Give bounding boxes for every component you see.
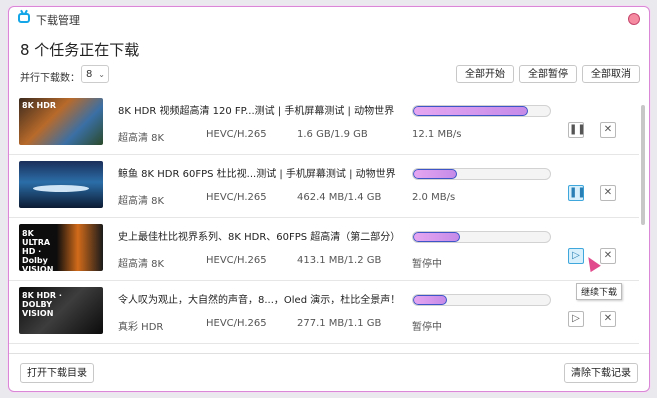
download-row: 鲸鱼 8K HDR 60FPS 杜比视...测试 | 手机屏幕测试 | 动物世界… bbox=[9, 154, 639, 218]
progress-fill bbox=[413, 232, 460, 242]
pause-icon[interactable]: ❚❚ bbox=[568, 185, 586, 201]
page-title: 8 个任务正在下载 bbox=[20, 41, 140, 59]
task-quality: 超高清 8K bbox=[118, 196, 165, 207]
cancel-task-icon[interactable]: ✕ bbox=[600, 122, 616, 138]
task-codec: HEVC/H.265 bbox=[206, 129, 267, 140]
task-speed: 2.0 MB/s bbox=[412, 192, 456, 203]
cancel-task-icon[interactable]: ✕ bbox=[600, 311, 616, 327]
thumbnail-label: 8K HDR bbox=[22, 101, 57, 110]
clear-download-history-button[interactable]: 清除下载记录 bbox=[564, 363, 638, 383]
task-title: 史上最佳杜比视界系列、8K HDR、60FPS 超高清（第二部分） bbox=[118, 232, 401, 243]
task-title: 鲸鱼 8K HDR 60FPS 杜比视...测试 | 手机屏幕测试 | 动物世界 bbox=[118, 169, 396, 180]
download-manager-window: 下载管理 8 个任务正在下载 并行下载数： 8 ⌄ 全部开始 全部暂停 全部取消… bbox=[8, 6, 650, 392]
task-codec: HEVC/H.265 bbox=[206, 255, 267, 266]
task-title: 8K HDR 视频超高清 120 FP...测试 | 手机屏幕测试 | 动物世界 bbox=[118, 106, 395, 117]
progress-bar bbox=[412, 168, 551, 180]
window-title: 下载管理 bbox=[36, 14, 80, 27]
task-status: 暂停中 bbox=[412, 259, 442, 270]
start-all-button[interactable]: 全部开始 bbox=[456, 65, 514, 83]
play-icon[interactable]: ▷ bbox=[568, 248, 584, 264]
task-status: 暂停中 bbox=[412, 322, 442, 333]
video-thumbnail: 8K HDR bbox=[19, 98, 103, 145]
tv-app-icon bbox=[18, 13, 30, 23]
task-size: 277.1 MB/1.1 GB bbox=[297, 318, 382, 329]
video-thumbnail bbox=[19, 161, 103, 208]
close-window-button[interactable] bbox=[628, 13, 640, 25]
chevron-down-icon: ⌄ bbox=[98, 70, 105, 79]
cancel-all-button[interactable]: 全部取消 bbox=[582, 65, 640, 83]
progress-fill bbox=[413, 169, 457, 179]
video-thumbnail: 8K HDR · DOLBY VISION bbox=[19, 287, 103, 334]
parallel-downloads-select[interactable]: 8 ⌄ bbox=[81, 65, 109, 83]
task-quality: 超高清 8K bbox=[118, 259, 165, 270]
title-bar: 下载管理 bbox=[9, 7, 649, 31]
task-codec: HEVC/H.265 bbox=[206, 192, 267, 203]
cancel-task-icon[interactable]: ✕ bbox=[600, 248, 616, 264]
play-icon[interactable]: ▷ bbox=[568, 311, 584, 327]
download-row: 8K HDR · DOLBY VISION 令人叹为观止，大自然的声音，8...… bbox=[9, 280, 639, 344]
footer-divider bbox=[9, 353, 649, 354]
open-download-folder-button[interactable]: 打开下载目录 bbox=[20, 363, 94, 383]
progress-bar bbox=[412, 231, 551, 243]
task-quality: 超高清 8K bbox=[118, 133, 165, 144]
whale-shape bbox=[33, 185, 89, 192]
download-list: 8K HDR 8K HDR 视频超高清 120 FP...测试 | 手机屏幕测试… bbox=[9, 91, 649, 353]
pause-all-button[interactable]: 全部暂停 bbox=[519, 65, 577, 83]
download-row: 8K HDR 8K HDR 视频超高清 120 FP...测试 | 手机屏幕测试… bbox=[9, 91, 639, 155]
task-size: 413.1 MB/1.2 GB bbox=[297, 255, 382, 266]
thumbnail-label: 8K HDR · DOLBY VISION bbox=[22, 291, 62, 318]
task-quality: 真彩 HDR bbox=[118, 322, 164, 333]
list-scrollbar[interactable] bbox=[641, 105, 645, 225]
pause-icon[interactable]: ❚❚ bbox=[568, 122, 586, 138]
download-row: 8K ULTRA HD · Dolby VISION 史上最佳杜比视界系列、8K… bbox=[9, 217, 639, 281]
video-thumbnail: 8K ULTRA HD · Dolby VISION bbox=[19, 224, 103, 271]
task-size: 462.4 MB/1.4 GB bbox=[297, 192, 382, 203]
thumbnail-label: 8K ULTRA HD · Dolby VISION bbox=[22, 229, 54, 271]
task-title: 令人叹为观止，大自然的声音，8...，Oled 演示，杜比全景声！ bbox=[118, 295, 401, 306]
task-size: 1.6 GB/1.9 GB bbox=[297, 129, 368, 140]
resume-tooltip: 继续下载 bbox=[576, 283, 623, 300]
parallel-downloads-label: 并行下载数： bbox=[20, 73, 80, 84]
progress-bar bbox=[412, 105, 551, 117]
task-speed: 12.1 MB/s bbox=[412, 129, 462, 140]
cancel-task-icon[interactable]: ✕ bbox=[600, 185, 616, 201]
progress-fill bbox=[413, 295, 448, 305]
parallel-downloads-value: 8 bbox=[86, 69, 93, 80]
task-codec: HEVC/H.265 bbox=[206, 318, 267, 329]
progress-bar bbox=[412, 294, 551, 306]
progress-fill bbox=[413, 106, 529, 116]
